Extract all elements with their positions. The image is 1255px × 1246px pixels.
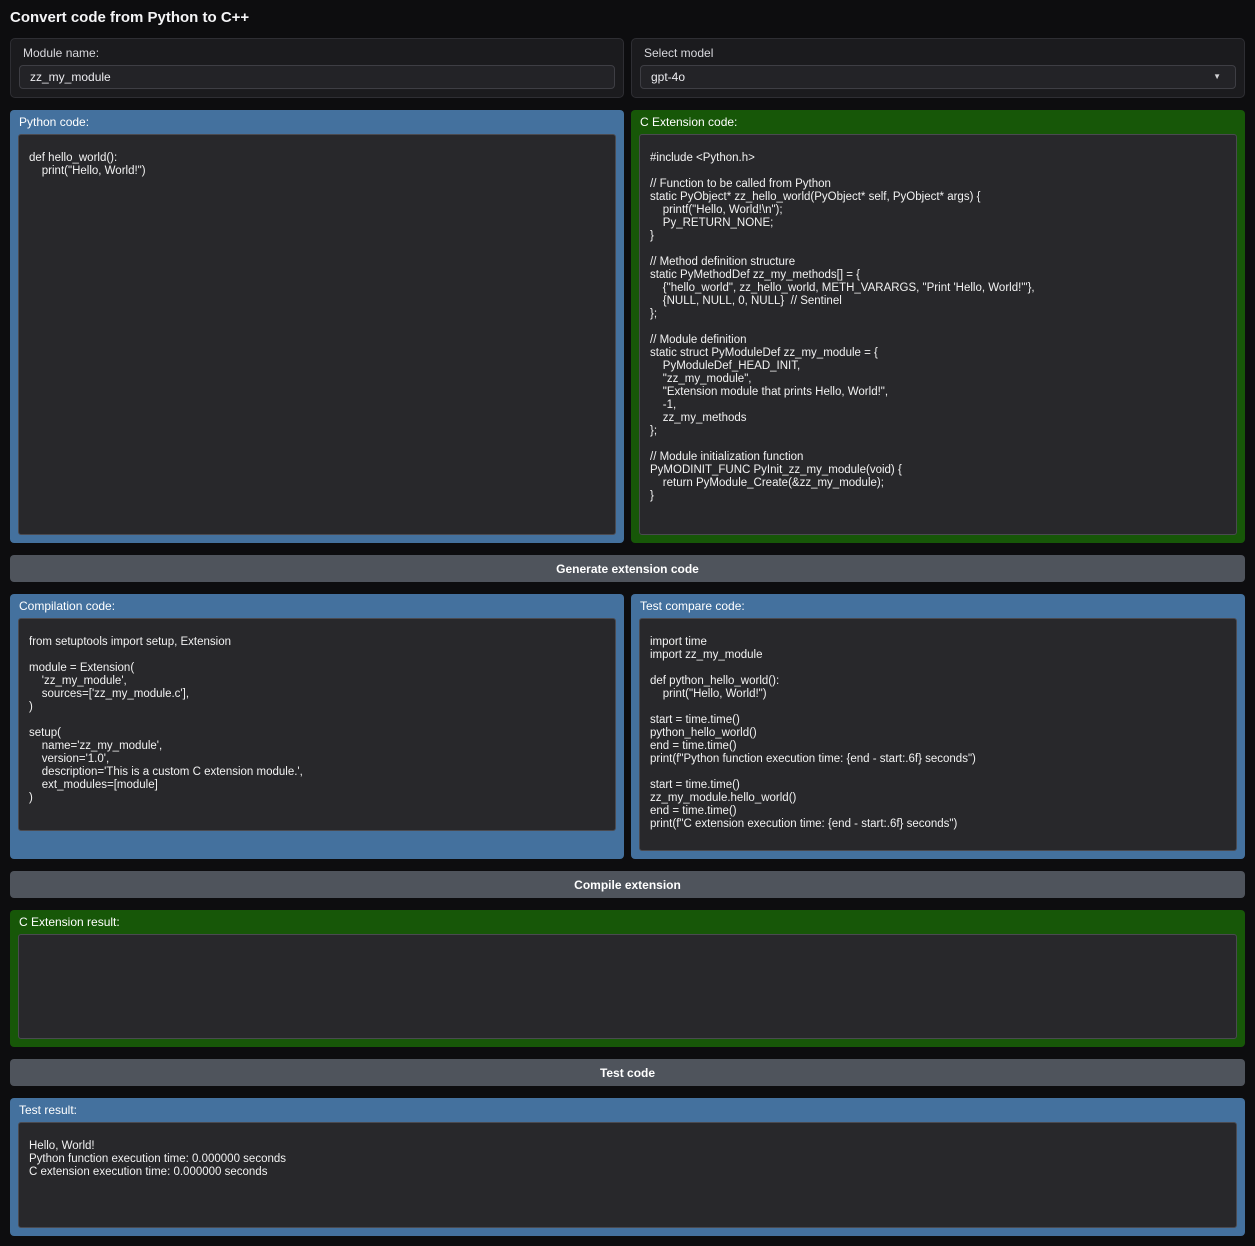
module-name-label: Module name: [23,46,615,60]
test-code-button[interactable]: Test code [10,1059,1245,1086]
compile-extension-button[interactable]: Compile extension [10,871,1245,898]
compilation-code-panel: Compilation code: from setuptools import… [10,594,624,859]
test-result-label: Test result: [10,1098,1245,1122]
c-extension-code-panel: C Extension code: #include <Python.h> //… [631,110,1245,543]
python-code-panel: Python code: def hello_world(): print("H… [10,110,624,543]
module-name-input[interactable] [19,65,615,89]
c-extension-result-textarea[interactable] [18,934,1237,1039]
model-select-label: Select model [644,46,1236,60]
test-compare-code-panel: Test compare code: import time import zz… [631,594,1245,859]
c-extension-result-label: C Extension result: [10,910,1245,934]
c-extension-result-panel: C Extension result: [10,910,1245,1047]
test-compare-code-textarea[interactable]: import time import zz_my_module def pyth… [639,618,1237,851]
c-extension-code-label: C Extension code: [631,110,1245,134]
c-extension-code-textarea[interactable]: #include <Python.h> // Function to be ca… [639,134,1237,535]
model-select-value: gpt-4o [651,70,685,84]
test-result-textarea[interactable]: Hello, World! Python function execution … [18,1122,1237,1228]
compilation-code-textarea[interactable]: from setuptools import setup, Extension … [18,618,616,831]
test-result-panel: Test result: Hello, World! Python functi… [10,1098,1245,1236]
chevron-down-icon: ▼ [1213,73,1221,81]
compile-row: Compilation code: from setuptools import… [10,594,1245,859]
model-select-group: Select model gpt-4o ▼ [631,38,1245,98]
model-select[interactable]: gpt-4o ▼ [640,65,1236,89]
python-code-textarea[interactable]: def hello_world(): print("Hello, World!"… [18,134,616,535]
generate-extension-code-button[interactable]: Generate extension code [10,555,1245,582]
compilation-code-label: Compilation code: [10,594,624,618]
module-name-group: Module name: [10,38,624,98]
page-title: Convert code from Python to C++ [10,10,1245,26]
test-compare-code-label: Test compare code: [631,594,1245,618]
code-row: Python code: def hello_world(): print("H… [10,110,1245,543]
top-form-row: Module name: Select model gpt-4o ▼ [10,38,1245,98]
python-code-label: Python code: [10,110,624,134]
